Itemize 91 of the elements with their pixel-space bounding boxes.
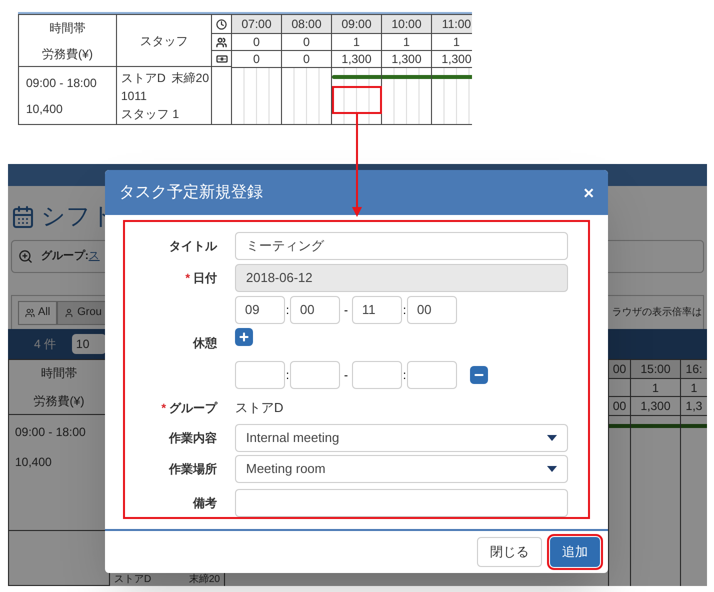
field-label: 作業内容 xyxy=(169,430,217,447)
time-separator: - xyxy=(344,302,348,319)
cost-value: 1,3 xyxy=(681,397,707,416)
cost-value: 1,300 xyxy=(631,397,680,416)
group-name: ストアD xyxy=(121,70,166,86)
highlight-frame xyxy=(332,86,382,114)
time-separator: : xyxy=(402,367,407,384)
field-label: 作業場所 xyxy=(169,461,217,478)
column-heading: 時間帯 xyxy=(41,364,77,382)
select-field[interactable]: Meeting room xyxy=(235,455,568,483)
add-button[interactable] xyxy=(235,328,253,346)
hour-heading: 00 xyxy=(609,360,630,379)
time-field[interactable] xyxy=(352,361,402,390)
cost-value: 00 xyxy=(609,397,630,416)
money-icon xyxy=(216,52,228,64)
remove-button[interactable] xyxy=(470,366,488,384)
shift-time: 09:00 - 18:00 xyxy=(26,74,98,92)
close-button[interactable]: × xyxy=(583,184,594,202)
cost-value: 0 xyxy=(302,51,311,67)
closing-label: 末締20 xyxy=(188,574,220,585)
add-submit-button[interactable]: 追加 xyxy=(550,537,600,567)
hour-heading: 07:00 xyxy=(232,15,281,34)
time-field[interactable]: 11 xyxy=(352,296,402,324)
dialog-title: タスク予定新規登録 xyxy=(119,182,263,202)
hour-heading: 11:00 xyxy=(432,15,472,34)
staff-count: 1 xyxy=(332,34,381,51)
hour-heading: 15:00 xyxy=(631,360,680,379)
hour-heading: 09:00 xyxy=(332,15,381,34)
person-icon xyxy=(64,308,74,318)
staff-code: 1011 xyxy=(121,88,148,104)
time-separator: : xyxy=(402,302,407,319)
timeline-cell xyxy=(282,67,331,124)
plus-icon xyxy=(238,331,250,343)
view-toggle[interactable]: All xyxy=(18,300,58,324)
column-heading: 労務費(¥) xyxy=(42,46,93,62)
field-label: 日付 xyxy=(193,270,217,287)
staff-name: スタッフ 1 xyxy=(121,106,180,122)
filter-label: グループ: xyxy=(41,248,89,264)
close-text-button[interactable]: 閉じる xyxy=(477,537,542,567)
time-field[interactable]: 00 xyxy=(407,296,457,324)
note-field[interactable] xyxy=(235,489,568,517)
filter-link[interactable]: ス xyxy=(88,248,100,265)
calendar-icon xyxy=(11,205,35,229)
page-size-field[interactable]: 10 xyxy=(72,334,106,354)
select-field[interactable]: Internal meeting xyxy=(235,424,568,452)
time-separator: : xyxy=(285,302,290,319)
column-heading: 労務費(¥) xyxy=(34,392,84,410)
staff-count: 0 xyxy=(282,34,331,51)
required-mark: * xyxy=(185,270,190,287)
notice-text: ラウザの表示倍率は xyxy=(612,306,702,320)
field-label: グループ xyxy=(169,400,217,418)
shift-cost: 10,400 xyxy=(15,454,53,470)
staff-count: 1 xyxy=(681,379,707,397)
record-count: 4 件 xyxy=(34,336,56,353)
time-separator: - xyxy=(344,367,348,384)
timeline-cell xyxy=(232,67,281,124)
caret-icon xyxy=(547,466,557,472)
people-icon xyxy=(25,308,35,318)
shift-cost: 10,400 xyxy=(26,100,64,118)
hour-heading: 10:00 xyxy=(382,15,431,34)
group-value: ストアD xyxy=(235,399,284,418)
staff-count: 1 xyxy=(432,34,472,51)
cost-value: 1,300 xyxy=(440,51,472,67)
field-label: タイトル xyxy=(169,238,217,255)
people-icon xyxy=(216,36,227,48)
title-field[interactable]: ミーティング xyxy=(235,232,568,260)
time-field[interactable]: 00 xyxy=(290,296,340,324)
staff-count: 0 xyxy=(232,34,281,51)
time-field[interactable]: 09 xyxy=(235,296,285,324)
column-heading: 時間帯 xyxy=(50,20,86,36)
time-field[interactable] xyxy=(235,361,285,390)
cost-value: 1,300 xyxy=(390,51,423,67)
field-label: 備考 xyxy=(193,495,217,512)
search-icon xyxy=(18,249,33,264)
cost-value: 1,300 xyxy=(340,51,373,67)
group-name: ストアD xyxy=(114,574,152,585)
cost-value: 0 xyxy=(252,51,261,67)
time-field[interactable] xyxy=(290,361,340,390)
staff-count: 1 xyxy=(382,34,431,51)
hour-heading: 16: xyxy=(681,360,707,379)
staff-count: 1 xyxy=(631,379,680,397)
caret-icon xyxy=(547,435,557,441)
clock-icon xyxy=(216,18,227,30)
closing-label: 末締20 xyxy=(172,70,209,86)
shift-time: 09:00 - 18:00 xyxy=(15,424,87,440)
column-heading: スタッフ xyxy=(140,32,188,50)
time-field[interactable] xyxy=(407,361,457,390)
hour-heading: 08:00 xyxy=(282,15,331,34)
required-mark: * xyxy=(161,400,166,418)
time-separator: : xyxy=(285,367,290,384)
field-label: 休憩 xyxy=(193,334,217,352)
